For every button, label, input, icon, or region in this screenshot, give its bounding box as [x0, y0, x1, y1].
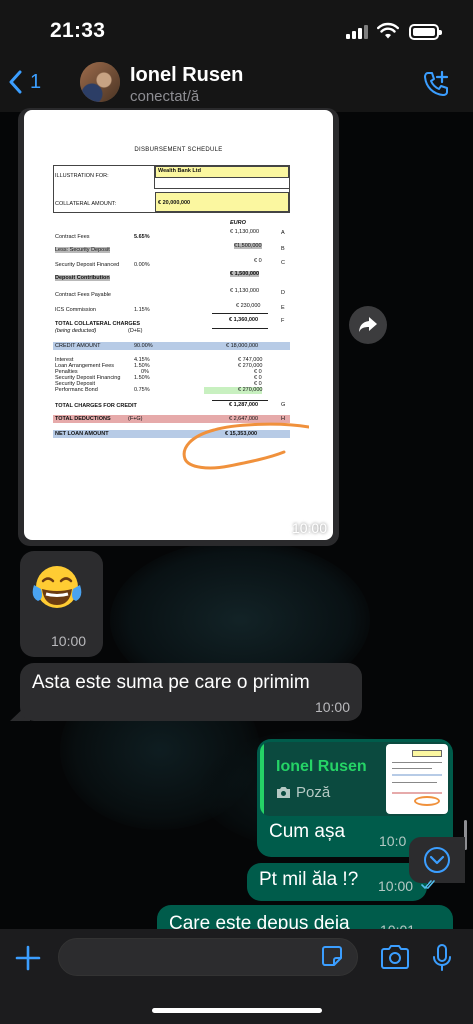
doc-collateral-value: € 20,000,000	[158, 200, 191, 206]
doc-being-deducted: (being deducted)	[55, 328, 97, 334]
doc-row-amount: € 230,000	[236, 303, 261, 309]
doc-currency: EURO	[230, 220, 246, 226]
doc-being-deducted-formula: (D+E)	[128, 328, 143, 334]
doc-row-ref: C	[281, 260, 285, 266]
doc-row-label: Contract Fees	[55, 234, 90, 240]
forward-button[interactable]	[349, 306, 387, 344]
avatar[interactable]	[80, 62, 120, 102]
status-time: 21:33	[50, 19, 106, 42]
doc-credit-amount: € 18,000,000	[226, 343, 259, 349]
doc-row-amount: €1,500,000	[234, 243, 262, 249]
doc-row-amount: € 1,130,000	[230, 229, 260, 235]
doc-row-label: Contract Fees Payable	[55, 292, 111, 298]
doc-row-rate: 0.00%	[134, 262, 150, 268]
doc-credit-row-amount: € 270,000	[238, 387, 263, 393]
doc-net-label: NET LOAN AMOUNT	[55, 431, 109, 437]
doc-rule	[212, 328, 268, 329]
quoted-thumbnail	[386, 744, 448, 814]
doc-illustration-label: ILLUSTRATION FOR:	[55, 173, 109, 179]
doc-collateral-label: COLLATERAL AMOUNT:	[55, 201, 117, 207]
doc-rule	[212, 313, 268, 314]
quoted-type-label: Poză	[296, 784, 331, 801]
doc-rule	[212, 400, 268, 401]
status-bar: 21:33	[0, 0, 473, 60]
chat-header: 1 Ionel Rusen conectat/ă	[0, 60, 473, 112]
document-photo: DISBURSEMENT SCHEDULE ILLUSTRATION FOR: …	[24, 110, 333, 540]
doc-row-ref: D	[281, 290, 285, 296]
doc-row-label: ICS Commission	[55, 307, 96, 313]
scroll-to-bottom-button[interactable]	[409, 837, 465, 883]
incoming-message[interactable]: Asta este suma pe care o primim 10:00	[20, 663, 362, 721]
image-message[interactable]: DISBURSEMENT SCHEDULE ILLUSTRATION FOR: …	[18, 108, 339, 546]
contact-status: conectat/ă	[130, 88, 200, 105]
cellular-signal-icon	[346, 24, 370, 39]
message-composer	[0, 929, 473, 1024]
home-indicator	[152, 1008, 322, 1013]
doc-row-label: Less: Security Deposit	[55, 247, 110, 253]
contact-name[interactable]: Ionel Rusen	[130, 64, 243, 87]
message-text: Pt mil ăla !?	[259, 869, 359, 890]
doc-credit-label: CREDIT AMOUNT	[55, 343, 101, 349]
back-button[interactable]: 1	[8, 70, 41, 94]
wifi-icon	[377, 22, 399, 39]
camera-small-icon	[277, 787, 290, 798]
doc-illustration-value: Wealth Bank Ltd	[158, 168, 201, 174]
doc-row-ref: E	[281, 305, 285, 311]
plus-icon[interactable]	[14, 944, 42, 972]
doc-row-rate: 5.65%	[134, 234, 150, 240]
message-time: 10:00	[51, 633, 87, 649]
doc-row-ref: B	[281, 246, 285, 252]
sticker-icon[interactable]	[320, 944, 344, 968]
message-time: 10:00	[314, 699, 350, 715]
read-receipt-icon	[421, 880, 435, 890]
unread-count: 1	[30, 70, 42, 93]
doc-row-amount: € 1,130,000	[230, 288, 260, 294]
doc-row-amount: € 1,500,000	[230, 271, 260, 277]
message-text: Asta este suma pe care o primim	[32, 672, 310, 693]
doc-row-ref: A	[281, 230, 285, 236]
scroll-down-icon	[424, 847, 450, 873]
message-text: Cum așa	[269, 821, 346, 842]
doc-credit-row-rate: 0.75%	[134, 387, 150, 393]
camera-icon[interactable]	[380, 944, 410, 970]
quoted-message[interactable]: Ionel Rusen Poză	[260, 742, 450, 816]
doc-deductions-label: TOTAL DEDUCTIONS	[55, 416, 111, 422]
forward-icon	[359, 317, 377, 332]
doc-deductions-formula: (F+G)	[128, 416, 143, 422]
doc-row-amount: € 0	[254, 258, 262, 264]
doc-row-label: Security Deposit Financed	[55, 262, 120, 268]
doc-credit-row-rate: 1.50%	[134, 375, 150, 381]
doc-credit-rate: 90.00%	[134, 343, 153, 349]
back-chevron-icon	[9, 70, 22, 94]
mic-icon[interactable]	[432, 943, 452, 973]
battery-icon	[409, 24, 442, 40]
message-time: 10:00	[378, 878, 414, 894]
doc-total-charges-amount: € 1,287,000	[229, 402, 259, 408]
doc-row-ref: F	[281, 318, 285, 324]
quote-bar	[260, 742, 264, 816]
doc-credit-row-label: Performanc Bond	[55, 387, 98, 393]
outgoing-message[interactable]: Pt mil ăla !? 10:00	[247, 863, 427, 901]
quoted-type: Poză	[276, 784, 330, 801]
doc-total-charges-label: TOTAL CHARGES FOR CREDIT	[55, 403, 137, 409]
hand-drawn-circle	[182, 422, 309, 470]
message-input[interactable]	[58, 938, 358, 976]
doc-row-amount: € 1,360,000	[229, 317, 259, 323]
doc-row-rate: 1.15%	[134, 307, 150, 313]
add-call-icon[interactable]	[422, 70, 450, 98]
tears-of-joy-emoji-icon	[32, 566, 82, 608]
doc-row-label: TOTAL COLLATERAL CHARGES	[55, 321, 141, 327]
emoji-message[interactable]: 10:00	[20, 551, 103, 657]
doc-title: DISBURSEMENT SCHEDULE	[134, 147, 223, 153]
doc-row-label: Deposit Contribution	[55, 275, 110, 281]
quoted-sender: Ionel Rusen	[276, 758, 367, 775]
doc-total-charges-ref: G	[281, 402, 286, 408]
message-time: 10:00	[291, 520, 327, 536]
message-time: 10:0	[379, 833, 407, 849]
